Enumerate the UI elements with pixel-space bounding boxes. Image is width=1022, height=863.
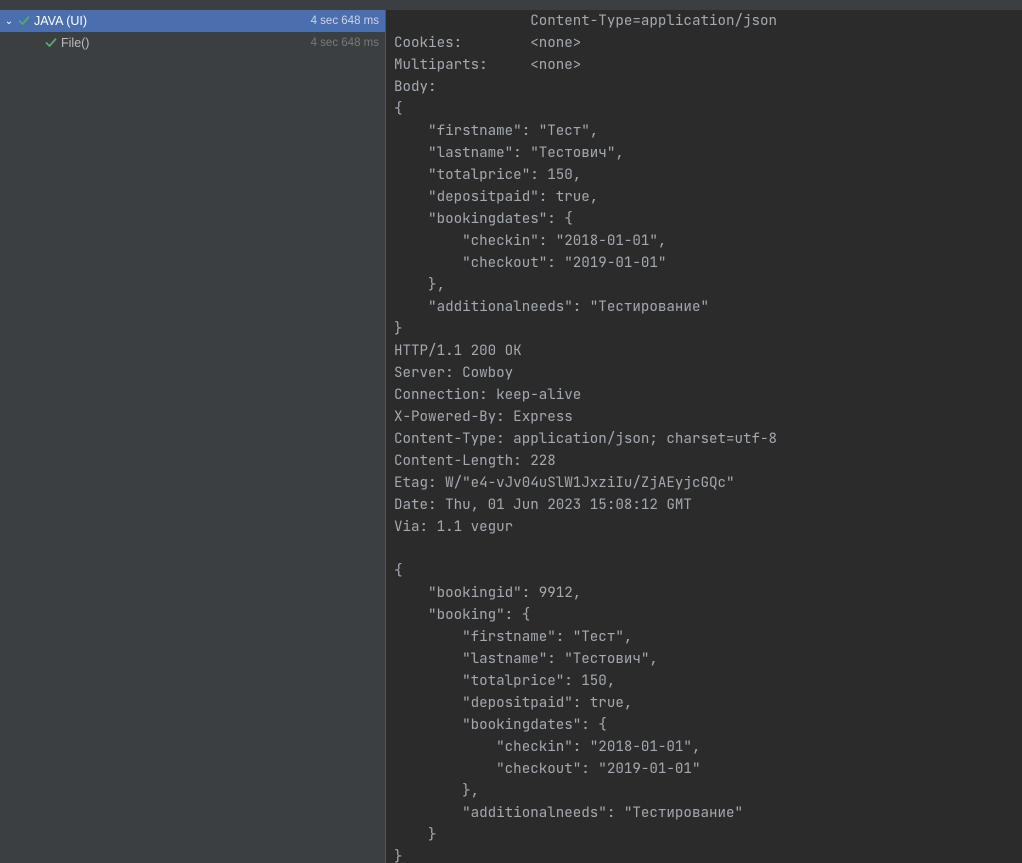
main-area: ⌄ JAVA (UI) 4 sec 648 ms File() 4 sec 64…: [0, 10, 1022, 863]
test-results-tree[interactable]: ⌄ JAVA (UI) 4 sec 648 ms File() 4 sec 64…: [0, 10, 385, 863]
app-root: ⌄ JAVA (UI) 4 sec 648 ms File() 4 sec 64…: [0, 0, 1022, 863]
check-icon: [44, 36, 58, 50]
console-output[interactable]: Content-Type=application/json Cookies: <…: [385, 10, 1022, 863]
tree-root-row[interactable]: ⌄ JAVA (UI) 4 sec 648 ms: [0, 10, 385, 32]
run-toolbar: [0, 0, 1022, 10]
tree-child-row[interactable]: File() 4 sec 648 ms: [0, 32, 385, 54]
tree-root-time: 4 sec 648 ms: [311, 15, 379, 27]
chevron-down-icon[interactable]: ⌄: [4, 16, 14, 27]
tree-child-time: 4 sec 648 ms: [311, 37, 379, 49]
tree-root-label: JAVA (UI): [34, 14, 308, 28]
check-icon: [17, 14, 31, 28]
tree-child-label: File(): [61, 36, 308, 50]
